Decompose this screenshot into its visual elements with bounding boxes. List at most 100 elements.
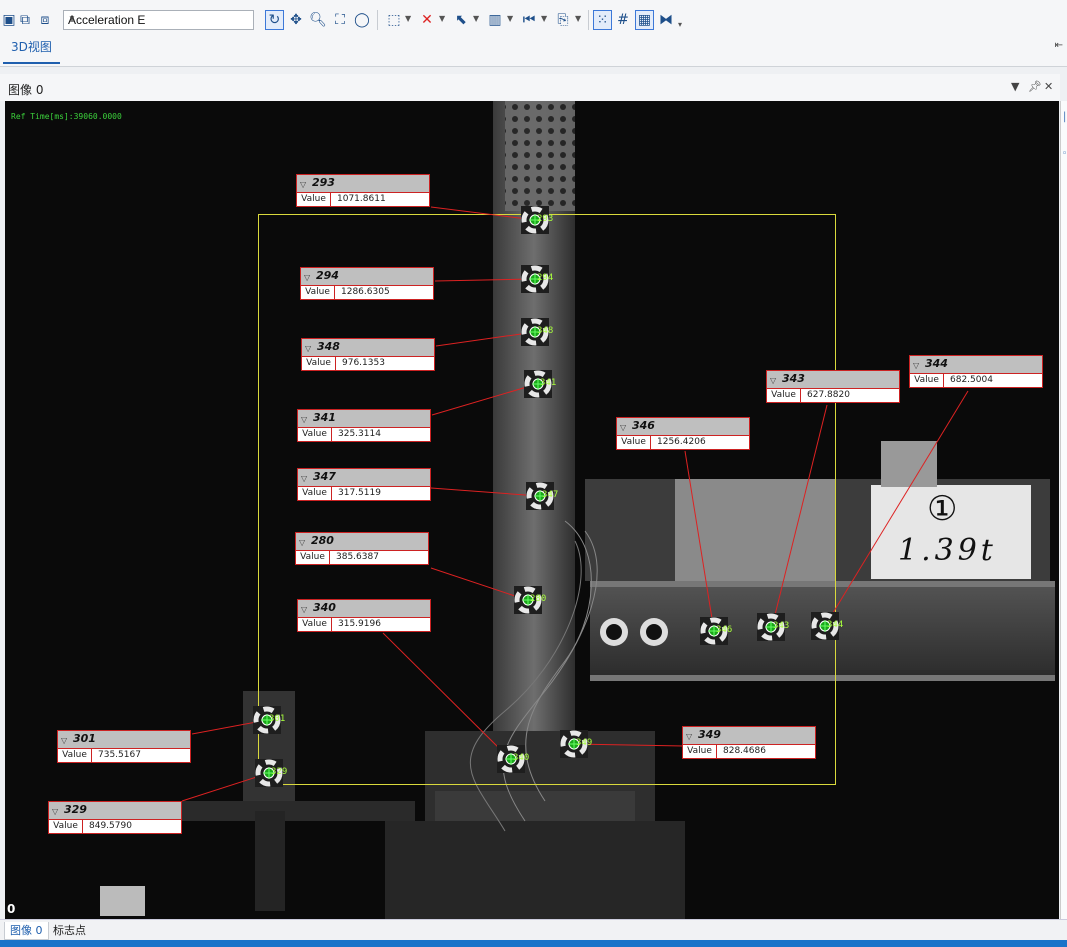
tab-markers[interactable]: 标志点 — [48, 922, 91, 939]
measurement-callout[interactable]: ▽ 346 Value 1256.4206 — [616, 417, 750, 450]
measurement-callout[interactable]: ▽ 280 Value 385.6387 — [295, 532, 429, 565]
callout-row: Value 315.9196 — [298, 618, 430, 631]
more-dropdown[interactable]: ▾ — [678, 20, 682, 29]
callout-key: Value — [617, 436, 651, 449]
export-icon[interactable]: ⎘ — [554, 10, 572, 30]
measurement-callout[interactable]: ▽ 341 Value 325.3114 — [297, 409, 431, 442]
camera-viewport[interactable]: ① 1.39t Ref Time[ms]:39060.0000 293 294 34… — [5, 101, 1059, 919]
callout-value: 849.5790 — [89, 821, 132, 831]
select-icon[interactable]: ⬚ — [385, 10, 403, 30]
pointer-select-icon[interactable]: ⬉ — [452, 10, 470, 30]
callout-header: ▽ 341 — [298, 410, 430, 428]
callout-key: Value — [296, 551, 330, 564]
callout-value: 1286.6305 — [341, 287, 390, 297]
callout-key: Value — [301, 286, 335, 299]
pin-icon[interactable]: 📌︎ — [1028, 80, 1042, 93]
tab-3d-view[interactable]: 3D视图 — [3, 38, 60, 64]
collapse-triangle-icon[interactable]: ▽ — [301, 415, 307, 424]
collapse-icon[interactable]: ⇤ — [1055, 40, 1063, 51]
measurement-callout[interactable]: ▽ 301 Value 735.5167 — [57, 730, 191, 763]
collapse-triangle-icon[interactable]: ▽ — [61, 736, 67, 745]
copy-icon[interactable]: ⧈ — [36, 10, 54, 30]
grid-dots-icon[interactable]: ⁙ — [593, 10, 612, 30]
callout-point-id: 346 — [632, 419, 655, 432]
callout-row: Value 1286.6305 — [301, 286, 433, 299]
callout-value: 1071.8611 — [337, 194, 386, 204]
coded-target-marker[interactable]: 280 — [514, 586, 546, 614]
collapse-triangle-icon[interactable]: ▽ — [304, 273, 310, 282]
callout-header: ▽ 344 — [910, 356, 1042, 374]
select-dropdown[interactable]: ▼ — [405, 14, 411, 23]
callout-point-id: 329 — [64, 803, 87, 816]
coded-target-marker[interactable]: 301 — [253, 706, 285, 734]
grid-icon[interactable]: # — [614, 10, 632, 30]
measurement-callout[interactable]: ▽ 344 Value 682.5004 — [909, 355, 1043, 388]
collapse-triangle-icon[interactable]: ▽ — [300, 180, 306, 189]
close-icon[interactable]: ✕ — [1044, 80, 1053, 93]
pointer-dropdown[interactable]: ▼ — [473, 14, 479, 23]
collapse-triangle-icon[interactable]: ▽ — [770, 376, 776, 385]
collapse-triangle-icon[interactable]: ▽ — [52, 807, 58, 816]
callout-point-id: 343 — [782, 372, 805, 385]
coded-target-marker[interactable]: 347 — [526, 482, 558, 510]
target-label: 293 — [537, 214, 554, 224]
collapse-triangle-icon[interactable]: ▽ — [913, 361, 919, 370]
coded-target-marker[interactable]: 293 — [521, 206, 553, 234]
layout-icon[interactable]: ▥ — [486, 10, 504, 30]
coded-target-marker[interactable]: 349 — [560, 730, 592, 758]
coded-target-marker[interactable]: 340 — [497, 745, 529, 773]
collapse-triangle-icon[interactable]: ▽ — [620, 423, 626, 432]
right-side-strip: │ ◦ — [1060, 101, 1067, 919]
layout-dropdown[interactable]: ▼ — [507, 14, 513, 23]
callout-row: Value 1071.8611 — [297, 193, 429, 206]
mirror-icon[interactable]: ⧓ — [657, 10, 675, 30]
playback-icon[interactable]: ⏮ — [520, 10, 538, 30]
delete-dropdown[interactable]: ▼ — [439, 14, 445, 23]
measurement-callout[interactable]: ▽ 293 Value 1071.8611 — [296, 174, 430, 207]
fit-view-icon[interactable]: ⛶ — [331, 10, 349, 30]
tile-view-icon[interactable]: ▦ — [635, 10, 654, 30]
measurement-callout[interactable]: ▽ 349 Value 828.4686 — [682, 726, 816, 759]
collapse-triangle-icon[interactable]: ▽ — [305, 344, 311, 353]
measurement-callout[interactable]: ▽ 348 Value 976.1353 — [301, 338, 435, 371]
delete-icon[interactable]: ✕ — [418, 10, 436, 30]
coded-target-marker[interactable]: 329 — [255, 759, 287, 787]
measurement-callout[interactable]: ▽ 340 Value 315.9196 — [297, 599, 431, 632]
tab-image-0[interactable]: 图像 0 — [4, 922, 49, 940]
callout-point-id: 341 — [313, 411, 336, 424]
coded-target-marker[interactable]: 343 — [757, 613, 789, 641]
callout-value: 325.3114 — [338, 429, 381, 439]
callout-key: Value — [302, 357, 336, 370]
coded-target-marker[interactable]: 341 — [524, 370, 556, 398]
open-icon[interactable]: ⧉ — [16, 10, 34, 30]
rotate-icon[interactable]: ↻ — [265, 10, 284, 30]
panel-menu-icon[interactable]: ▼ — [1011, 80, 1019, 93]
callout-header: ▽ 301 — [58, 731, 190, 749]
measurement-callout[interactable]: ▽ 294 Value 1286.6305 — [300, 267, 434, 300]
callout-point-id: 349 — [698, 728, 721, 741]
collapse-triangle-icon[interactable]: ▽ — [299, 538, 305, 547]
measurement-callout[interactable]: ▽ 347 Value 317.5119 — [297, 468, 431, 501]
coded-target-marker[interactable]: 344 — [811, 612, 843, 640]
collapse-triangle-icon[interactable]: ▽ — [301, 474, 307, 483]
coded-target-marker[interactable]: 346 — [700, 617, 732, 645]
target-label: 340 — [513, 753, 530, 763]
measurement-callout[interactable]: ▽ 329 Value 849.5790 — [48, 801, 182, 834]
lasso-icon[interactable]: ◯ — [353, 10, 371, 30]
channel-select[interactable]: Acceleration E ▼ — [63, 10, 254, 30]
coded-target-marker[interactable]: 294 — [521, 265, 553, 293]
pan-icon[interactable]: ✥ — [287, 10, 305, 30]
zoom-icon[interactable]: 🔍︎ — [309, 10, 327, 30]
target-label: 344 — [827, 620, 844, 630]
callout-header: ▽ 280 — [296, 533, 428, 551]
callout-value: 1256.4206 — [657, 437, 706, 447]
export-dropdown[interactable]: ▼ — [575, 14, 581, 23]
callout-row: Value 682.5004 — [910, 374, 1042, 387]
callout-header: ▽ 346 — [617, 418, 749, 436]
collapse-triangle-icon[interactable]: ▽ — [686, 732, 692, 741]
playback-dropdown[interactable]: ▼ — [541, 14, 547, 23]
collapse-triangle-icon[interactable]: ▽ — [301, 605, 307, 614]
callout-value: 828.4686 — [723, 746, 766, 756]
coded-target-marker[interactable]: 348 — [521, 318, 553, 346]
measurement-callout[interactable]: ▽ 343 Value 627.8820 — [766, 370, 900, 403]
